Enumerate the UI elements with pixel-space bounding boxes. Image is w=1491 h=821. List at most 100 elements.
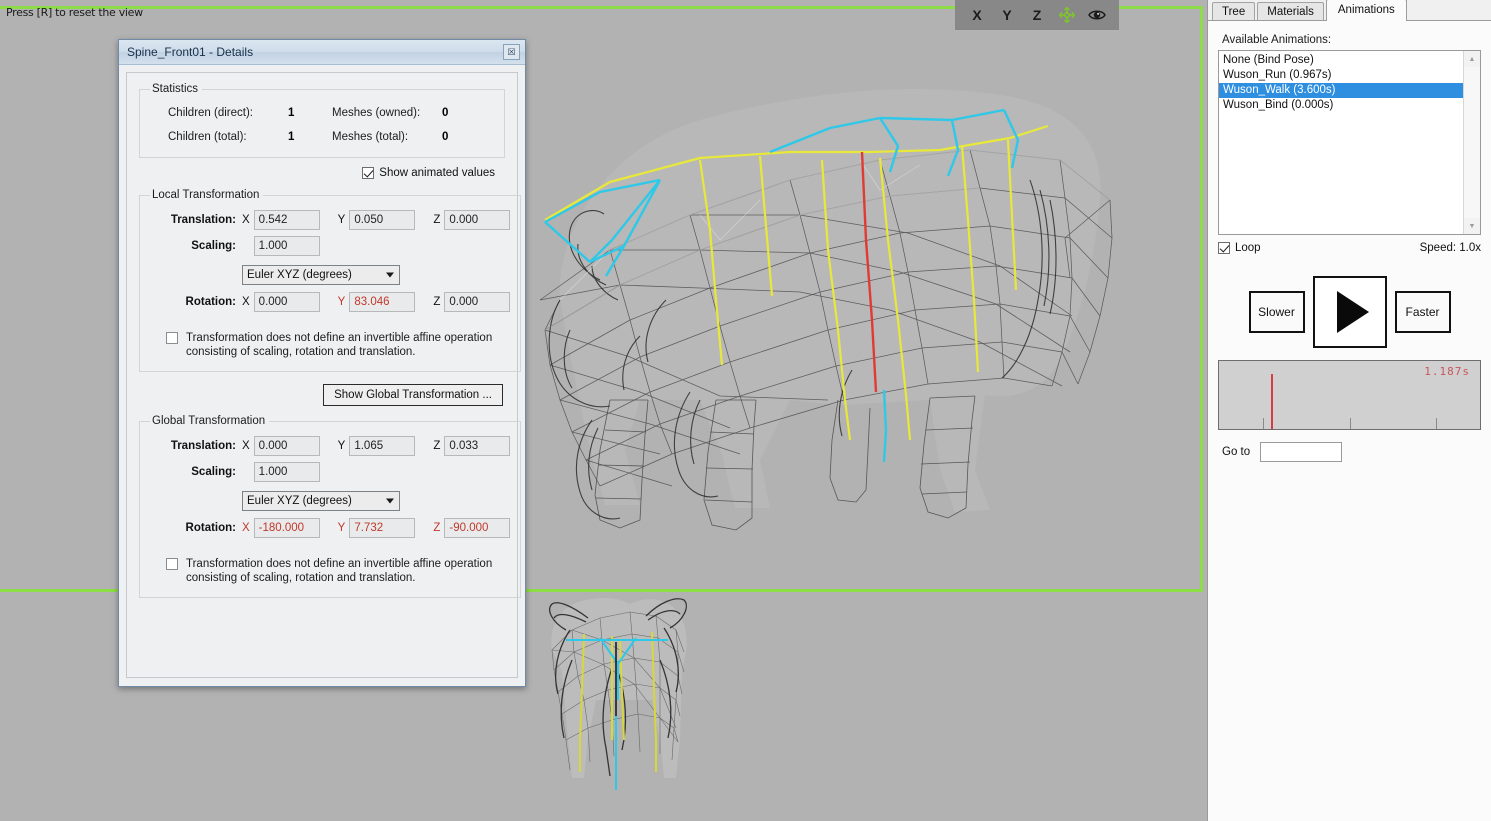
statistics-group: Statistics Children (direct): 1 Meshes (… xyxy=(139,83,505,158)
checkbox-box xyxy=(362,167,374,179)
tab-tree[interactable]: Tree xyxy=(1212,2,1255,20)
meshes-owned-value: 0 xyxy=(442,107,482,119)
available-animations-label: Available Animations: xyxy=(1222,34,1481,46)
local-transformation-group: Local Transformation Translation: X 0.54… xyxy=(139,189,521,372)
global-translation-label: Translation: xyxy=(158,440,236,452)
children-direct-value: 1 xyxy=(288,107,332,119)
local-translation-z-input[interactable]: 0.000 xyxy=(444,210,510,230)
global-transformation-legend: Global Transformation xyxy=(150,415,269,427)
global-transformation-group: Global Transformation Translation: X 0.0… xyxy=(139,415,521,598)
transport-controls: Slower Faster xyxy=(1218,276,1481,348)
global-rotation-x-input[interactable]: -180.000 xyxy=(254,518,320,538)
axis-x-button[interactable]: X xyxy=(963,1,991,29)
local-transformation-legend: Local Transformation xyxy=(150,189,263,201)
list-item[interactable]: Wuson_Bind (0.000s) xyxy=(1219,98,1480,113)
details-dialog[interactable]: Spine_Front01 - Details ☒ Statistics Chi… xyxy=(118,39,526,687)
local-rotation-label: Rotation: xyxy=(158,296,236,308)
goto-row: Go to xyxy=(1218,442,1481,462)
axis-y-button[interactable]: Y xyxy=(993,1,1021,29)
children-total-value: 1 xyxy=(288,131,332,143)
scroll-down-icon[interactable]: ▼ xyxy=(1464,218,1480,234)
local-rotation-mode-wrap: Euler XYZ (degrees) xyxy=(150,259,510,289)
animations-listbox[interactable]: None (Bind Pose) Wuson_Run (0.967s) Wuso… xyxy=(1218,50,1481,235)
show-animated-values-checkbox[interactable]: Show animated values xyxy=(362,167,495,179)
global-translation-x-input[interactable]: 0.000 xyxy=(254,436,320,456)
local-scaling-label: Scaling: xyxy=(158,240,236,252)
meshes-total-label: Meshes (total): xyxy=(332,131,442,143)
play-triangle-icon xyxy=(1337,291,1369,333)
global-rotation-y-input[interactable]: 7.732 xyxy=(349,518,415,538)
viewport-axis-toolbar[interactable]: X Y Z xyxy=(955,0,1119,30)
local-translation-row: Translation: X 0.542 Y 0.050 Z 0.000 xyxy=(150,207,510,233)
axis-label-x: X xyxy=(242,214,250,226)
show-animated-values-label: Show animated values xyxy=(379,167,495,179)
list-item[interactable]: Wuson_Run (0.967s) xyxy=(1219,68,1480,83)
axis-label-z: Z xyxy=(433,522,440,534)
animations-list: None (Bind Pose) Wuson_Run (0.967s) Wuso… xyxy=(1219,51,1480,113)
checkbox-box xyxy=(1218,242,1230,254)
global-scaling-label: Scaling: xyxy=(158,466,236,478)
global-scaling-input[interactable]: 1.000 xyxy=(254,462,320,482)
axis-label-y: Y xyxy=(338,440,346,452)
show-global-transformation-button[interactable]: Show Global Transformation ... xyxy=(323,384,503,406)
axis-label-x: X xyxy=(242,296,250,308)
close-icon[interactable]: ☒ xyxy=(503,44,520,60)
local-scaling-row: Scaling: X 1.000 xyxy=(150,233,510,259)
faster-button[interactable]: Faster xyxy=(1395,291,1451,333)
local-rotation-x-input[interactable]: 0.000 xyxy=(254,292,320,312)
local-translation-x-input[interactable]: 0.542 xyxy=(254,210,320,230)
global-translation-z-input[interactable]: 0.033 xyxy=(444,436,510,456)
local-rotation-z-input[interactable]: 0.000 xyxy=(444,292,510,312)
animation-timeline[interactable]: 1.187s xyxy=(1218,360,1481,430)
meshes-owned-label: Meshes (owned): xyxy=(332,107,442,119)
axis-label-x: X xyxy=(242,440,250,452)
global-rotation-mode-wrap: Euler XYZ (degrees) xyxy=(150,485,510,515)
global-rotation-z-input[interactable]: -90.000 xyxy=(444,518,510,538)
orbit-gizmo-glyph xyxy=(1057,5,1077,25)
chevron-down-icon xyxy=(386,499,394,504)
children-total-label: Children (total): xyxy=(168,131,288,143)
dialog-titlebar[interactable]: Spine_Front01 - Details ☒ xyxy=(119,40,525,65)
animations-scrollbar[interactable]: ▲ ▼ xyxy=(1463,51,1480,234)
slower-button[interactable]: Slower xyxy=(1249,291,1305,333)
local-scaling-input[interactable]: 1.000 xyxy=(254,236,320,256)
play-button[interactable] xyxy=(1313,276,1387,348)
list-item[interactable]: Wuson_Walk (3.600s) xyxy=(1219,83,1480,98)
local-invertible-checkbox[interactable] xyxy=(166,332,178,344)
axis-label-y: Y xyxy=(338,214,346,226)
axis-label-z: Z xyxy=(433,440,440,452)
local-translation-label: Translation: xyxy=(158,214,236,226)
scrollbar-track[interactable] xyxy=(1464,67,1480,218)
goto-input[interactable] xyxy=(1260,442,1342,462)
global-rotation-mode-select[interactable]: Euler XYZ (degrees) xyxy=(242,491,400,511)
local-invertible-note: Transformation does not define an invert… xyxy=(186,331,506,359)
local-rotation-mode-select[interactable]: Euler XYZ (degrees) xyxy=(242,265,400,285)
local-rotation-y-input[interactable]: 83.046 xyxy=(349,292,415,312)
statistics-legend: Statistics xyxy=(150,83,202,95)
local-translation-y-input[interactable]: 0.050 xyxy=(349,210,415,230)
axis-z-button[interactable]: Z xyxy=(1023,1,1051,29)
local-invertible-note-row: Transformation does not define an invert… xyxy=(150,315,510,361)
loop-checkbox[interactable]: Loop xyxy=(1218,242,1261,254)
axis-label-y: Y xyxy=(338,296,346,308)
current-time-label: 1.187s xyxy=(1424,365,1470,378)
timeline-tick xyxy=(1436,418,1437,429)
list-item[interactable]: None (Bind Pose) xyxy=(1219,53,1480,68)
meshes-total-value: 0 xyxy=(442,131,482,143)
eye-glyph xyxy=(1087,5,1107,25)
show-animated-values-row: Show animated values xyxy=(139,158,505,189)
global-translation-y-input[interactable]: 1.065 xyxy=(349,436,415,456)
scroll-up-icon[interactable]: ▲ xyxy=(1464,51,1480,67)
global-rotation-mode-value: Euler XYZ (degrees) xyxy=(247,495,352,507)
chevron-down-icon xyxy=(386,273,394,278)
timeline-playhead[interactable] xyxy=(1271,374,1273,429)
orbit-gizmo-icon[interactable] xyxy=(1053,1,1081,29)
eye-visibility-icon[interactable] xyxy=(1083,1,1111,29)
axis-label-y: Y xyxy=(338,522,346,534)
viewport-hint: Press [R] to reset the view xyxy=(6,6,143,19)
speed-label: Speed: 1.0x xyxy=(1420,242,1481,254)
tab-materials[interactable]: Materials xyxy=(1257,2,1324,20)
global-invertible-checkbox[interactable] xyxy=(166,558,178,570)
tab-animations[interactable]: Animations xyxy=(1326,0,1407,21)
goto-label: Go to xyxy=(1222,446,1250,458)
